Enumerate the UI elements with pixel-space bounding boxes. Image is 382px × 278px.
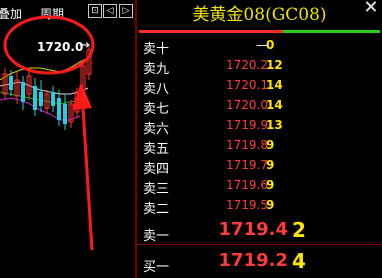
ask-price: 1719.9 <box>226 118 268 132</box>
ask-volume: 9 <box>266 158 275 172</box>
ask-label: 卖三 <box>143 182 170 197</box>
ask-volume: 14 <box>266 78 283 92</box>
ask-label: 卖七 <box>143 102 170 117</box>
ask-row-5[interactable]: 卖五 1719.8 9 <box>137 136 382 157</box>
ask-volume: 12 <box>266 58 283 72</box>
ask-price: 1719.7 <box>226 158 268 172</box>
ask-label: 卖六 <box>143 122 170 137</box>
bid-price: 1719.2 <box>218 250 288 271</box>
candle <box>63 104 67 124</box>
bid-label: 买一 <box>143 260 170 275</box>
annotation-arrow-shaft <box>80 91 94 251</box>
ask-price: 1719.8 <box>226 138 268 152</box>
order-book-panel: 美黄金08(GC08) 卖十 — 0 卖九 1720.2 12 卖八 1720.… <box>137 0 382 278</box>
bid-row-1[interactable]: 买一 1719.2 4 <box>137 249 382 277</box>
ask-volume: 2 <box>292 218 306 242</box>
candle <box>33 86 37 110</box>
ask-price: 1720.1 <box>226 78 268 92</box>
ask-volume: 14 <box>266 98 283 112</box>
bid-ask-separator <box>137 244 382 245</box>
ask-price: 1720.0 <box>226 98 268 112</box>
ask-volume: 9 <box>266 198 275 212</box>
ask-row-6[interactable]: 卖六 1719.9 13 <box>137 116 382 137</box>
ask-label: 卖一 <box>143 229 170 244</box>
candle <box>39 92 43 106</box>
candle <box>57 98 61 120</box>
last-price-flag: 1720.0 <box>37 40 84 54</box>
close-icon[interactable] <box>364 0 378 14</box>
ask-volume: 9 <box>266 178 275 192</box>
instrument-title: 美黄金08(GC08) <box>192 5 327 25</box>
ask-row-10[interactable]: 卖十 — 0 <box>137 36 382 57</box>
arrow-right-icon: → <box>79 38 90 53</box>
ask-price: 1720.2 <box>226 58 268 72</box>
ask-row-3[interactable]: 卖三 1719.6 9 <box>137 176 382 197</box>
candle <box>9 76 13 90</box>
ask-price: 1719.6 <box>226 178 268 192</box>
ask-volume: 13 <box>266 118 283 132</box>
ask-volume: 0 <box>266 38 275 52</box>
ask-label: 卖四 <box>143 162 170 177</box>
candle <box>51 92 55 106</box>
ask-label: 卖二 <box>143 202 170 217</box>
kline-chart-panel[interactable]: 叠加 周期 ⊡ ◁ ▷ 1720.0 → <box>0 0 137 278</box>
ask-label: 卖十 <box>143 42 170 57</box>
ask-row-2[interactable]: 卖二 1719.5 9 <box>137 196 382 217</box>
bid-volume: 4 <box>292 249 306 273</box>
candle <box>21 82 25 102</box>
ask-label: 卖五 <box>143 142 170 157</box>
sell-ratio-bar <box>139 30 283 33</box>
ask-row-9[interactable]: 卖九 1720.2 12 <box>137 56 382 77</box>
ask-price: 1719.4 <box>218 219 288 240</box>
ask-price: 1719.5 <box>226 198 268 212</box>
ask-row-8[interactable]: 卖八 1720.1 14 <box>137 76 382 97</box>
ask-row-4[interactable]: 卖四 1719.7 9 <box>137 156 382 177</box>
ask-label: 卖九 <box>143 62 170 77</box>
ask-volume: 9 <box>266 138 275 152</box>
buy-ratio-bar <box>283 30 380 33</box>
ask-row-7[interactable]: 卖七 1720.0 14 <box>137 96 382 117</box>
ask-label: 卖八 <box>143 82 170 97</box>
ask-row-1[interactable]: 卖一 1719.4 2 <box>137 218 382 246</box>
